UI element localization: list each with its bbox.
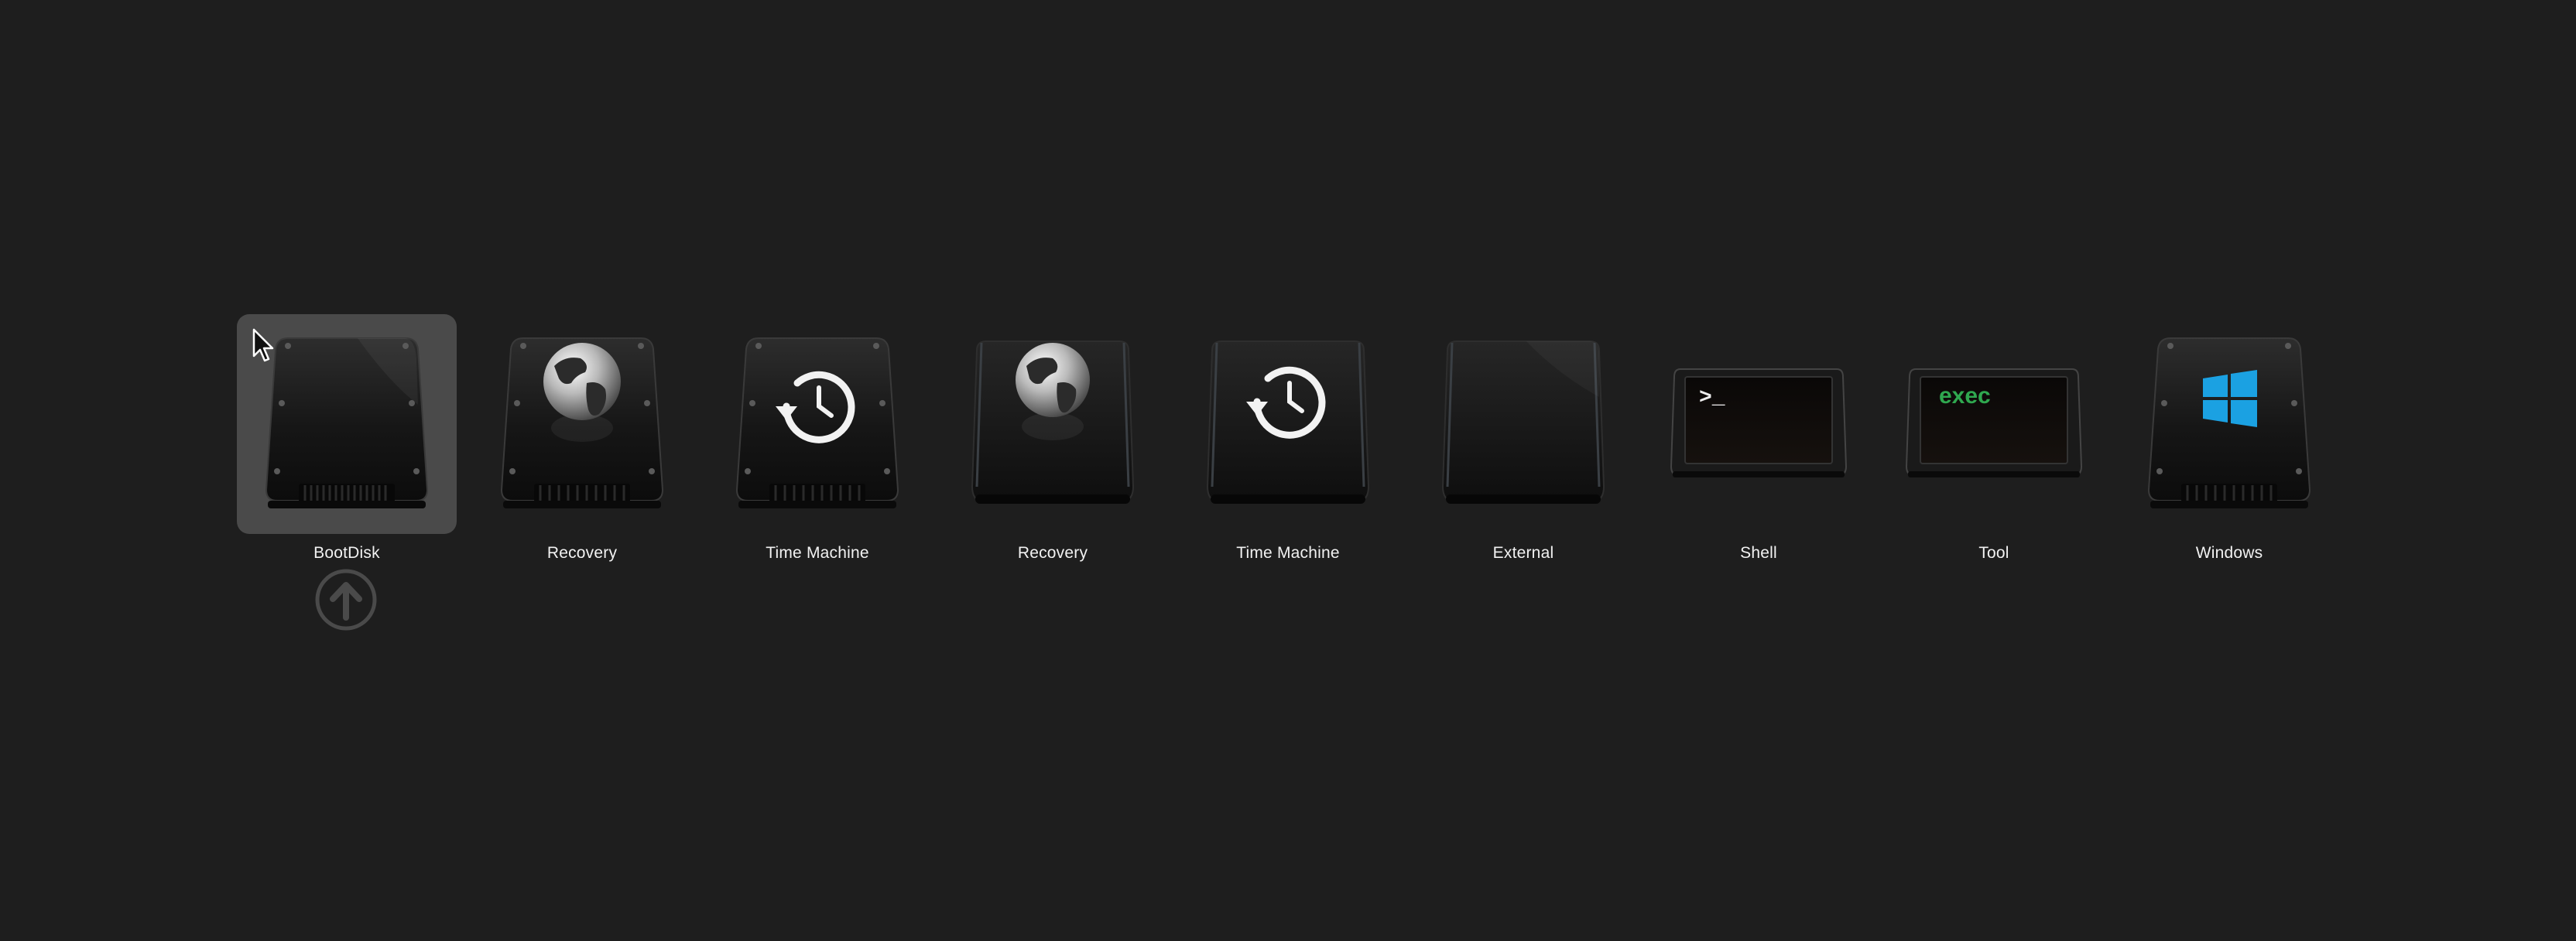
entry-label-time-machine: Time Machine (766, 544, 869, 562)
boot-entry-shell[interactable]: >_ (1649, 314, 1869, 534)
entry-label-time-machine-external: Time Machine (1236, 544, 1340, 562)
external-drive-icon (1441, 335, 1605, 513)
boot-entry-recovery-external[interactable] (943, 314, 1163, 534)
boot-entry-external[interactable] (1413, 314, 1633, 534)
shell-terminal-icon: >_ (1670, 366, 1848, 482)
tool-exec-text: exec (1939, 383, 1991, 409)
entry-label-tool: Tool (1978, 544, 2009, 562)
hard-drive-icon (265, 335, 429, 513)
entry-label-windows: Windows (2195, 544, 2263, 562)
windows-drive-icon (2147, 335, 2311, 513)
recovery-globe-drive-icon (500, 335, 664, 513)
entry-label-shell: Shell (1740, 544, 1777, 562)
entry-label-bootdisk: BootDisk (313, 544, 380, 562)
shell-prompt-text: >_ (1699, 386, 1725, 410)
entry-label-recovery: Recovery (546, 544, 618, 562)
boot-entry-windows[interactable] (2119, 314, 2339, 534)
entry-label-external: External (1492, 544, 1554, 562)
up-arrow-circle-icon[interactable] (314, 568, 378, 631)
boot-entry-time-machine-external[interactable] (1178, 314, 1398, 534)
time-machine-external-drive-icon (1206, 335, 1370, 513)
mouse-pointer-icon (252, 328, 274, 364)
boot-entry-recovery[interactable] (472, 314, 692, 534)
recovery-globe-external-drive-icon (971, 335, 1135, 513)
boot-picker: BootDisk Recovery Time Machine Recovery … (0, 0, 2576, 941)
entry-label-recovery-external: Recovery (1017, 544, 1088, 562)
boot-entry-tool[interactable]: exec (1884, 314, 2104, 534)
tool-exec-icon: exec (1905, 366, 2083, 482)
boot-entry-time-machine[interactable] (707, 314, 927, 534)
time-machine-drive-icon (735, 335, 899, 513)
